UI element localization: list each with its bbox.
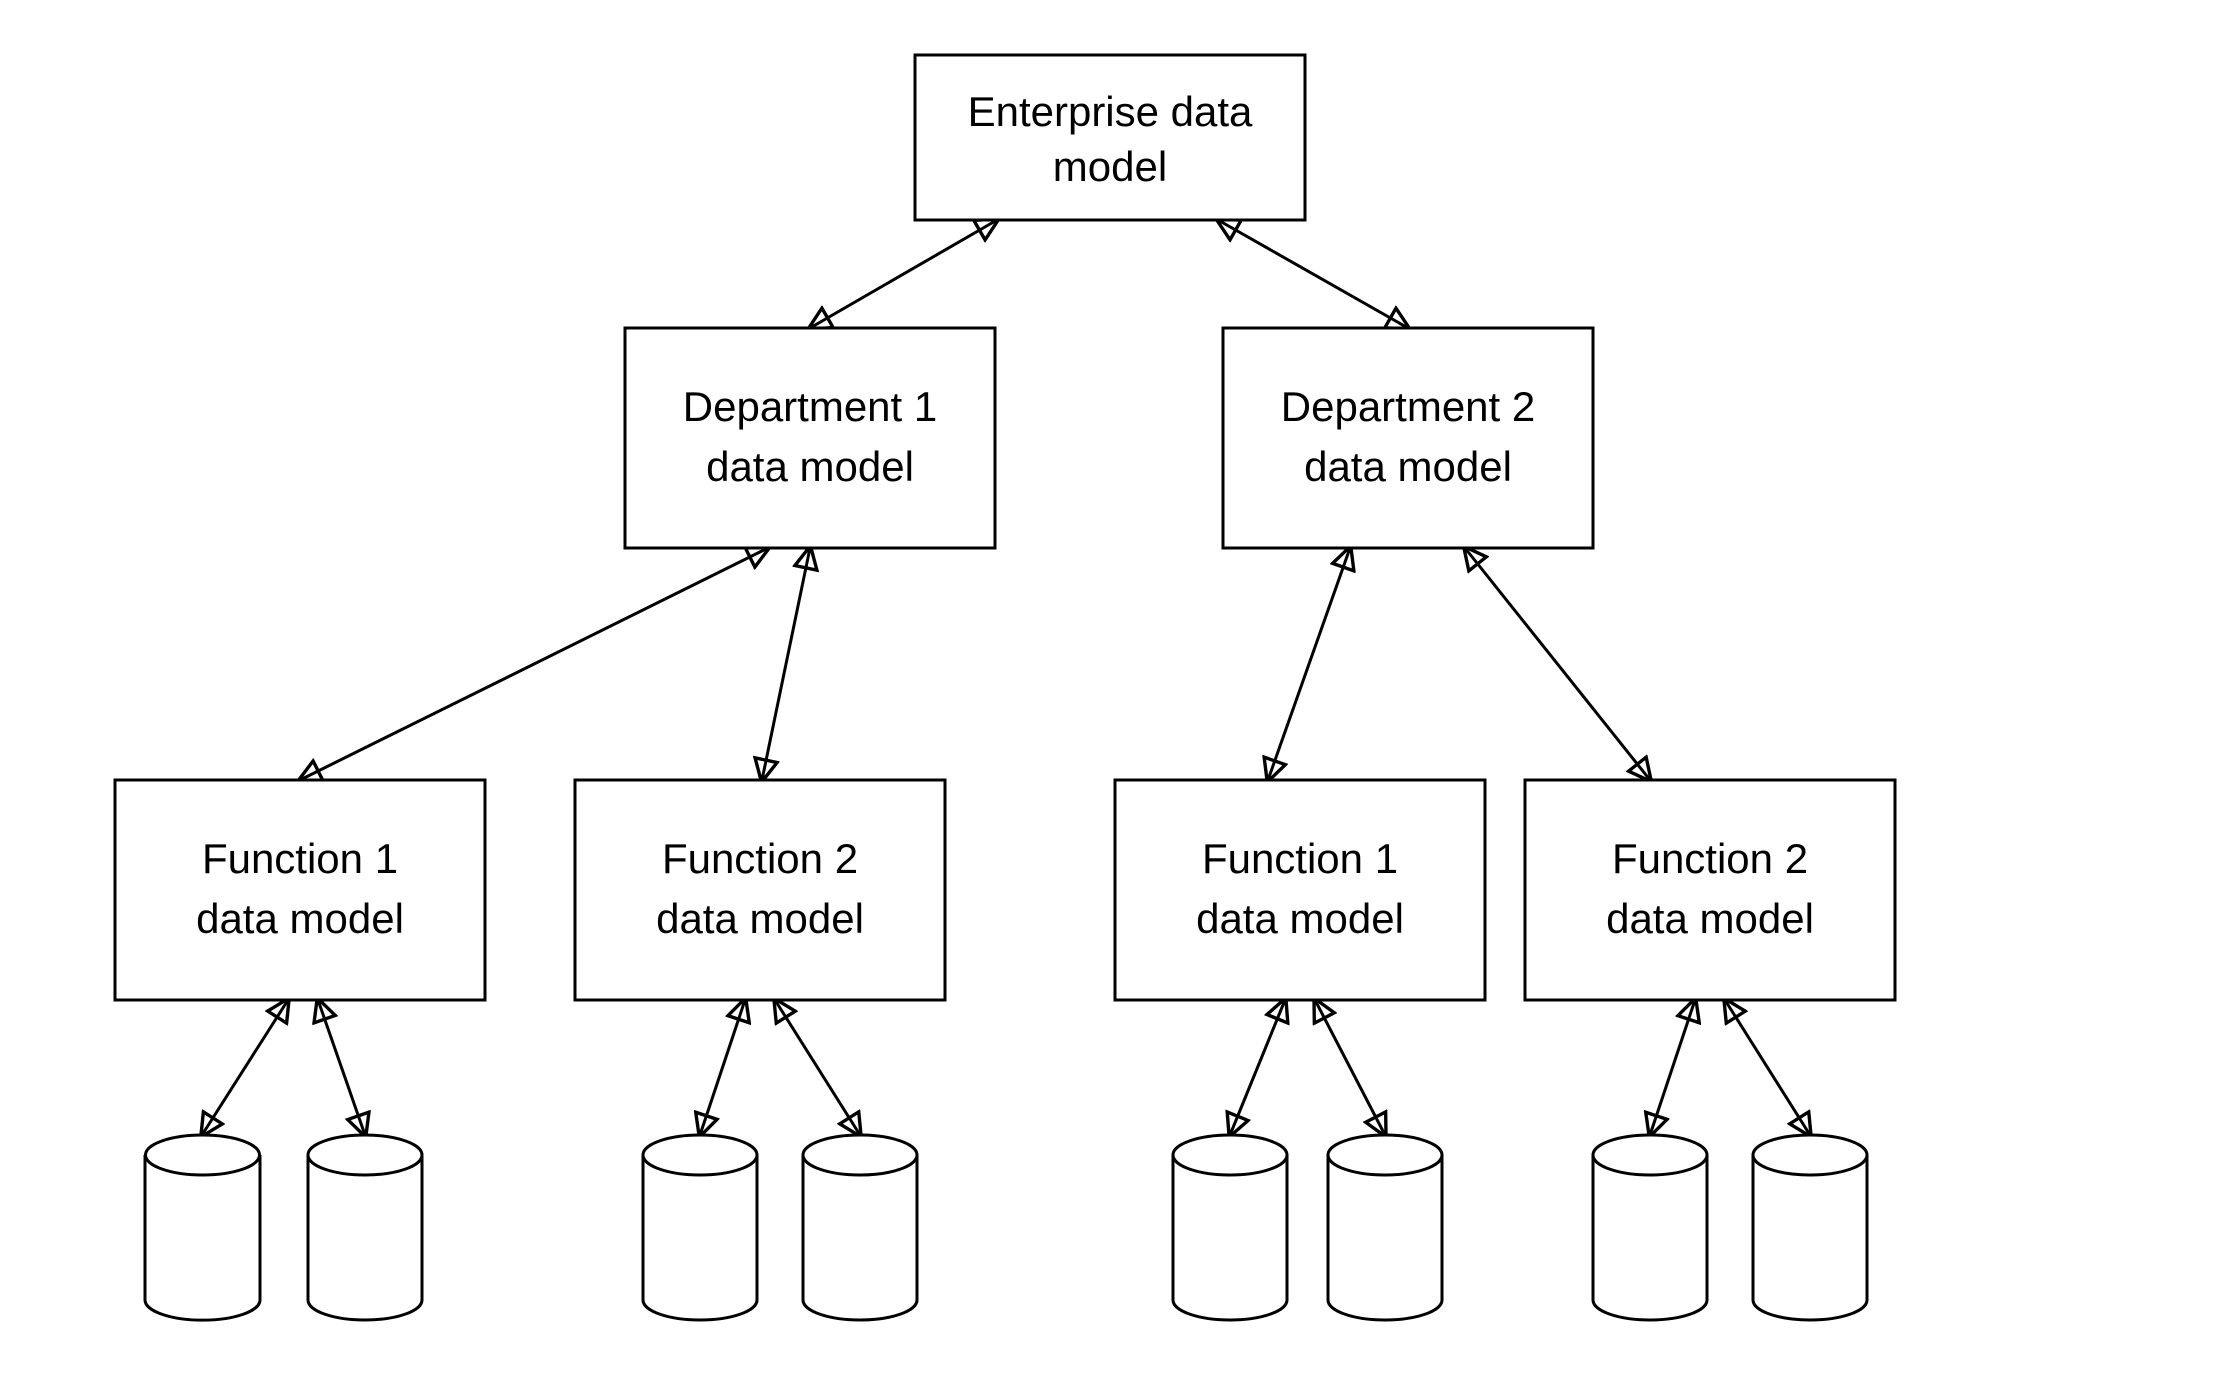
edge-f21-db1 bbox=[1230, 1000, 1285, 1135]
node-label: Department 1 bbox=[683, 383, 937, 430]
edge-f11-db1 bbox=[202, 1000, 288, 1135]
edge-dept1-f12 bbox=[762, 548, 810, 780]
node-label: data model bbox=[1196, 895, 1404, 942]
edge-f12-db1 bbox=[700, 1000, 745, 1135]
node-label: data model bbox=[196, 895, 404, 942]
edge-dept2-f21 bbox=[1268, 548, 1350, 780]
edge-root-dept1 bbox=[810, 220, 997, 328]
node-department-2: Department 2 data model bbox=[1223, 328, 1593, 548]
database-icon bbox=[803, 1135, 917, 1320]
database-icon bbox=[145, 1135, 260, 1320]
node-enterprise-data-model: Enterprise data model bbox=[915, 55, 1305, 220]
node-label: data model bbox=[1606, 895, 1814, 942]
node-dept2-function-2: Function 2 data model bbox=[1525, 780, 1895, 1000]
node-label: Enterprise data bbox=[968, 88, 1253, 135]
node-label: Function 2 bbox=[662, 835, 858, 882]
node-dept1-function-2: Function 2 data model bbox=[575, 780, 945, 1000]
node-label: data model bbox=[1304, 443, 1512, 490]
node-label: Function 1 bbox=[1202, 835, 1398, 882]
database-icon bbox=[1593, 1135, 1707, 1320]
database-icon bbox=[308, 1135, 422, 1320]
database-icon bbox=[1753, 1135, 1867, 1320]
node-label: Department 2 bbox=[1281, 383, 1535, 430]
edge-f12-db2 bbox=[775, 1000, 860, 1135]
edge-f22-db2 bbox=[1725, 1000, 1810, 1135]
edge-f22-db1 bbox=[1650, 1000, 1695, 1135]
node-dept1-function-1: Function 1 data model bbox=[115, 780, 485, 1000]
database-icon bbox=[1328, 1135, 1442, 1320]
edge-f21-db2 bbox=[1315, 1000, 1385, 1135]
node-label: Function 1 bbox=[202, 835, 398, 882]
node-dept2-function-1: Function 1 data model bbox=[1115, 780, 1485, 1000]
edge-f11-db2 bbox=[318, 1000, 365, 1135]
node-label: data model bbox=[656, 895, 864, 942]
diagram-canvas: Enterprise data model Department 1 data … bbox=[0, 0, 2217, 1381]
node-department-1: Department 1 data model bbox=[625, 328, 995, 548]
edge-dept1-f11 bbox=[300, 548, 768, 780]
database-icon bbox=[643, 1135, 757, 1320]
node-label: Function 2 bbox=[1612, 835, 1808, 882]
node-label: model bbox=[1053, 143, 1167, 190]
node-label: data model bbox=[706, 443, 914, 490]
edge-root-dept2 bbox=[1218, 220, 1408, 328]
edge-dept2-f22 bbox=[1465, 548, 1650, 780]
database-icon bbox=[1173, 1135, 1287, 1320]
